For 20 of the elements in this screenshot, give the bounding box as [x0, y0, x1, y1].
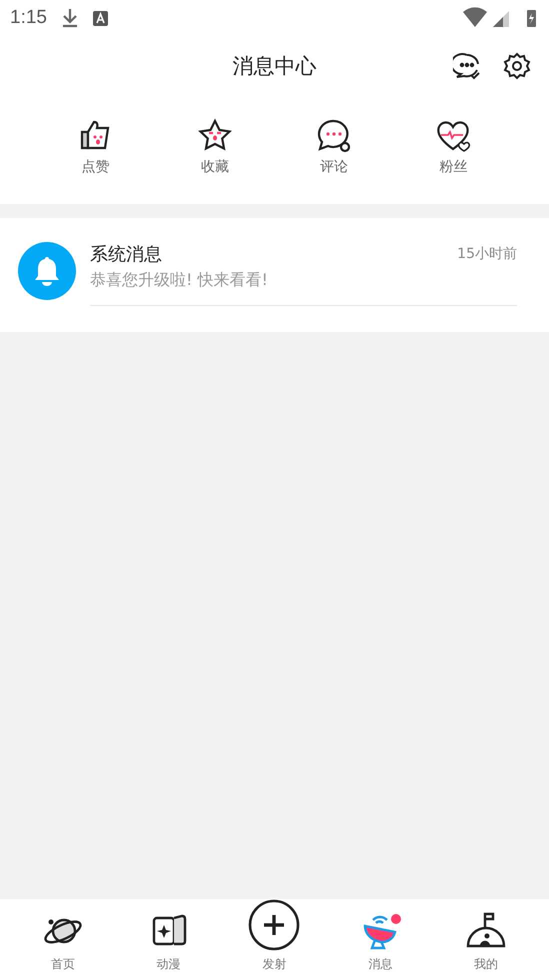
message-title: 系统消息 [90, 243, 162, 266]
shortcut-label[interactable]: 评论 [320, 158, 348, 176]
shortcut-label[interactable]: 收藏 [200, 158, 229, 176]
shortcut-label[interactable]: 点赞 [82, 158, 110, 176]
nav-tab[interactable]: 我的 [474, 956, 498, 973]
nav-tab[interactable]: 发射 [262, 956, 286, 973]
nav-tab[interactable]: 首页 [50, 956, 75, 973]
settings-icon[interactable] [503, 52, 531, 80]
shortcut-label[interactable]: 粉丝 [439, 158, 468, 176]
message-card[interactable]: 系统消息 15小时前 恭喜您升级啦! 快来看看! [0, 218, 549, 332]
chat-bubble-icon [316, 118, 352, 154]
download-icon [60, 8, 79, 28]
message-preview: 恭喜您升级啦! 快来看看! [90, 270, 269, 291]
message-time: 15小时前 [457, 245, 517, 263]
chat-check-icon[interactable] [453, 52, 481, 80]
app-icon [92, 10, 108, 26]
nav-tab[interactable]: 消息 [368, 956, 392, 973]
page-title: 消息中心 [232, 53, 316, 80]
status-time: 1:15 [10, 7, 47, 29]
nav-tab[interactable]: 动漫 [156, 956, 181, 973]
